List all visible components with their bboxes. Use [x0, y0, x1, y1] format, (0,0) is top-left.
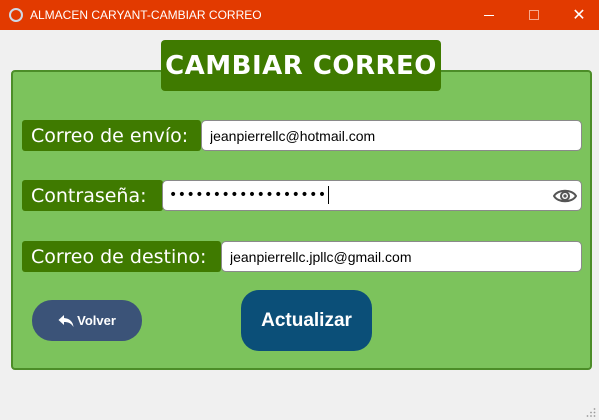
- password-label: Contraseña:: [22, 180, 163, 211]
- page-heading: CAMBIAR CORREO: [161, 40, 441, 91]
- maximize-button[interactable]: [511, 0, 557, 30]
- back-button[interactable]: Volver: [32, 300, 142, 341]
- title-bar: ALMACEN CARYANT-CAMBIAR CORREO ✕: [0, 0, 599, 30]
- app-ring-icon: [9, 8, 23, 22]
- destination-email-label: Correo de destino:: [22, 241, 221, 272]
- close-button[interactable]: ✕: [556, 0, 599, 30]
- password-input[interactable]: ••••••••••••••••••: [162, 180, 582, 211]
- minimize-button[interactable]: [466, 0, 512, 30]
- eye-icon[interactable]: [553, 185, 577, 207]
- reply-arrow-icon: [58, 314, 74, 327]
- minimize-icon: [484, 14, 494, 16]
- close-icon: ✕: [572, 5, 586, 24]
- back-button-label: Volver: [77, 313, 116, 328]
- destination-email-input[interactable]: [221, 241, 582, 272]
- sender-email-input[interactable]: [201, 120, 582, 151]
- resize-grip-icon[interactable]: [586, 407, 596, 417]
- sender-email-label: Correo de envío:: [22, 120, 201, 151]
- window-title: ALMACEN CARYANT-CAMBIAR CORREO: [30, 8, 262, 22]
- maximize-icon: [529, 10, 539, 20]
- password-masked-text: ••••••••••••••••••: [169, 186, 329, 204]
- update-button-label: Actualizar: [261, 309, 352, 331]
- update-button[interactable]: Actualizar: [241, 290, 372, 351]
